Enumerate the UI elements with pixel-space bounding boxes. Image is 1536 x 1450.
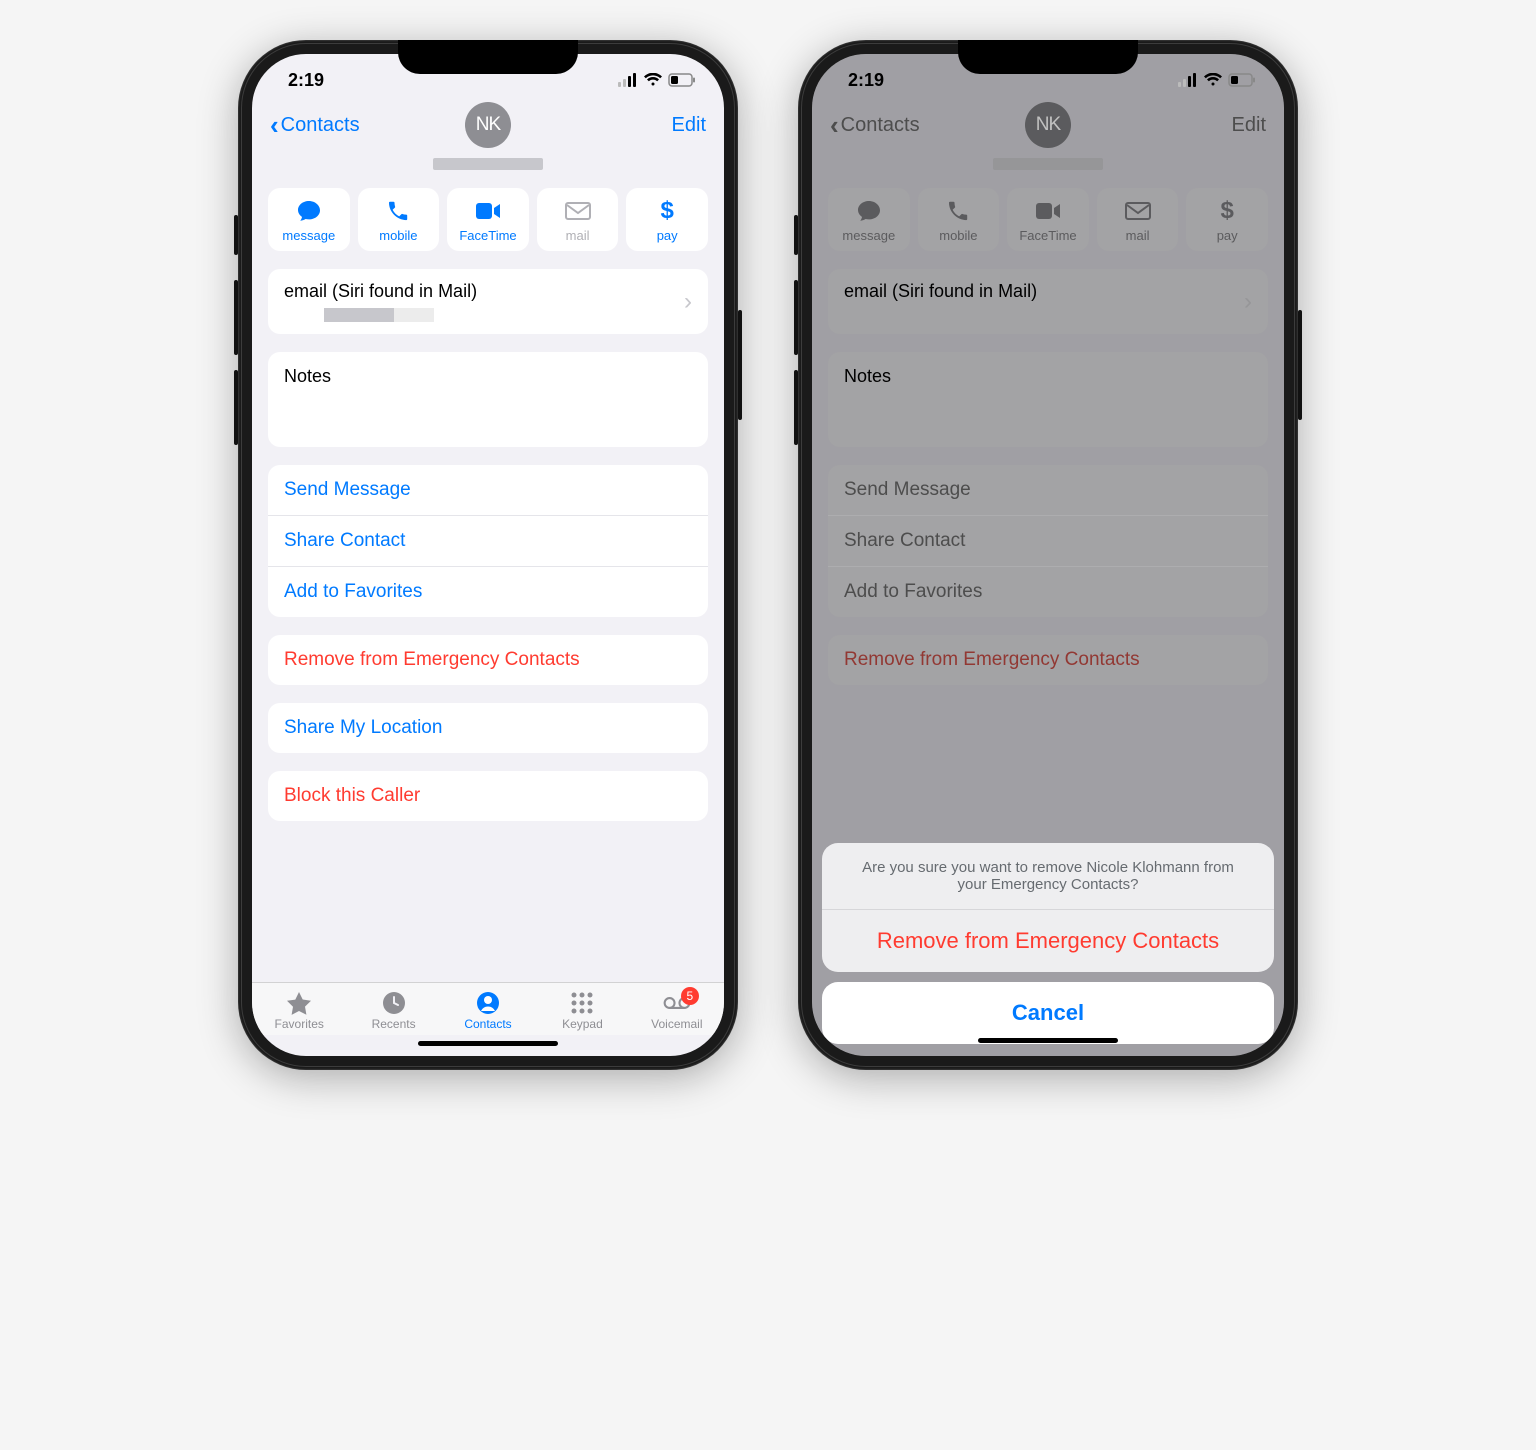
chevron-right-icon: › — [1244, 288, 1252, 316]
tab-recents[interactable]: Recents — [346, 991, 440, 1031]
keypad-icon — [568, 991, 596, 1015]
notch — [958, 40, 1138, 74]
phone-icon — [385, 198, 411, 224]
location-card: Share My Location — [268, 703, 708, 753]
avatar: NK — [1025, 102, 1071, 148]
back-button[interactable]: ‹ Contacts — [270, 112, 360, 138]
mobile-button: mobile — [918, 188, 1000, 251]
chevron-left-icon: ‹ — [830, 112, 839, 138]
status-icons — [618, 73, 696, 87]
email-card: email (Siri found in Mail) › — [268, 269, 708, 334]
status-time: 2:19 — [848, 70, 884, 91]
tab-contacts[interactable]: Contacts — [441, 991, 535, 1031]
email-card: email (Siri found in Mail) › — [828, 269, 1268, 334]
email-label: email (Siri found in Mail) — [284, 281, 477, 302]
signal-icon — [1178, 73, 1198, 87]
edit-button[interactable]: Edit — [672, 114, 706, 137]
phone-frame-right: 2:19 ‹ Contacts NK Edit message — [798, 40, 1298, 1070]
dollar-icon: $ — [1214, 198, 1240, 224]
voicemail-badge: 5 — [681, 987, 699, 1005]
sheet-cancel-button[interactable]: Cancel — [822, 982, 1274, 1044]
back-label: Contacts — [841, 114, 920, 137]
send-message-row: Send Message — [828, 465, 1268, 515]
email-label: email (Siri found in Mail) — [844, 281, 1037, 302]
facetime-button[interactable]: FaceTime — [447, 188, 529, 251]
share-location-row[interactable]: Share My Location — [268, 703, 708, 753]
dollar-icon: $ — [654, 198, 680, 224]
clock-icon — [380, 991, 408, 1015]
add-favorites-row: Add to Favorites — [828, 566, 1268, 617]
message-icon — [296, 198, 322, 224]
remove-emergency-row[interactable]: Remove from Emergency Contacts — [268, 635, 708, 685]
mail-button: mail — [537, 188, 619, 251]
message-button[interactable]: message — [268, 188, 350, 251]
pay-button: $ pay — [1186, 188, 1268, 251]
battery-icon — [668, 73, 696, 87]
sheet-message: Are you sure you want to remove Nicole K… — [822, 843, 1274, 910]
message-button: message — [828, 188, 910, 251]
notes-card[interactable]: Notes — [268, 352, 708, 447]
status-time: 2:19 — [288, 70, 324, 91]
chevron-right-icon: › — [684, 288, 692, 316]
mail-button: mail — [1097, 188, 1179, 251]
status-icons — [1178, 73, 1256, 87]
tab-voicemail[interactable]: 5 Voicemail — [630, 991, 724, 1031]
message-icon — [856, 198, 882, 224]
action-row: message mobile FaceTime mail $ pay — [252, 188, 724, 269]
mail-icon — [1125, 198, 1151, 224]
facetime-button: FaceTime — [1007, 188, 1089, 251]
block-caller-row[interactable]: Block this Caller — [268, 771, 708, 821]
pay-button[interactable]: $ pay — [626, 188, 708, 251]
home-indicator[interactable] — [418, 1041, 558, 1046]
back-label: Contacts — [281, 114, 360, 137]
tab-bar: Favorites Recents Contacts Keypad 5 Voic… — [252, 982, 724, 1035]
emergency-card: Remove from Emergency Contacts — [828, 635, 1268, 685]
voicemail-icon: 5 — [663, 991, 691, 1015]
edit-button: Edit — [1232, 114, 1266, 137]
email-value-redacted — [324, 308, 444, 322]
home-indicator[interactable] — [978, 1038, 1118, 1043]
avatar[interactable]: NK — [465, 102, 511, 148]
nav-bar: ‹ Contacts NK Edit — [812, 106, 1284, 144]
notes-label: Notes — [284, 366, 692, 387]
mail-icon — [565, 198, 591, 224]
block-card: Block this Caller — [268, 771, 708, 821]
video-icon — [475, 198, 501, 224]
phone-icon — [945, 198, 971, 224]
actions-list-1: Send Message Share Contact Add to Favori… — [828, 465, 1268, 617]
wifi-icon — [1203, 73, 1223, 87]
phone-frame-left: 2:19 ‹ Contacts NK Edit message — [238, 40, 738, 1070]
action-row: message mobile FaceTime mail $ pay — [812, 188, 1284, 269]
action-sheet: Are you sure you want to remove Nicole K… — [822, 843, 1274, 1044]
email-row[interactable]: email (Siri found in Mail) › — [268, 269, 708, 334]
emergency-card: Remove from Emergency Contacts — [268, 635, 708, 685]
notes-label: Notes — [844, 366, 1252, 387]
remove-emergency-row: Remove from Emergency Contacts — [828, 635, 1268, 685]
star-icon — [285, 991, 313, 1015]
add-favorites-row[interactable]: Add to Favorites — [268, 566, 708, 617]
notch — [398, 40, 578, 74]
tab-keypad[interactable]: Keypad — [535, 991, 629, 1031]
tab-favorites[interactable]: Favorites — [252, 991, 346, 1031]
wifi-icon — [643, 73, 663, 87]
share-contact-row[interactable]: Share Contact — [268, 515, 708, 566]
video-icon — [1035, 198, 1061, 224]
person-icon — [474, 991, 502, 1015]
sheet-remove-button[interactable]: Remove from Emergency Contacts — [822, 910, 1274, 972]
contact-name-redacted — [993, 158, 1103, 170]
battery-icon — [1228, 73, 1256, 87]
share-contact-row: Share Contact — [828, 515, 1268, 566]
back-button: ‹ Contacts — [830, 112, 920, 138]
signal-icon — [618, 73, 638, 87]
nav-bar: ‹ Contacts NK Edit — [252, 106, 724, 144]
contact-name-redacted — [433, 158, 543, 170]
send-message-row[interactable]: Send Message — [268, 465, 708, 515]
actions-list-1: Send Message Share Contact Add to Favori… — [268, 465, 708, 617]
email-row: email (Siri found in Mail) › — [828, 269, 1268, 334]
notes-card: Notes — [828, 352, 1268, 447]
mobile-button[interactable]: mobile — [358, 188, 440, 251]
chevron-left-icon: ‹ — [270, 112, 279, 138]
